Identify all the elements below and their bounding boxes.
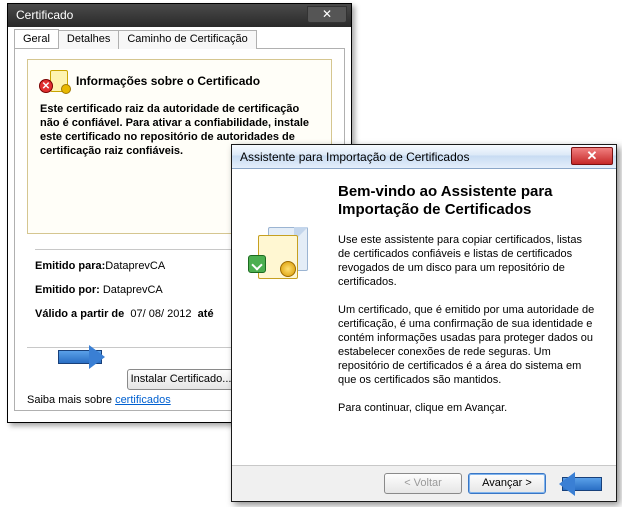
annotation-arrow-next <box>562 477 602 491</box>
valid-from-label: Válido a partir de <box>35 308 124 320</box>
certificate-warning-icon: ✕ <box>40 70 68 92</box>
wizard-paragraph-3: Para continuar, clique em Avançar. <box>338 401 596 415</box>
wizard-window-title: Assistente para Importação de Certificad… <box>240 150 469 164</box>
wizard-text: Bem-vindo ao Assistente para Importação … <box>338 183 596 455</box>
certificate-import-icon <box>250 227 312 283</box>
certificate-window-title: Certificado <box>16 8 73 22</box>
back-button: < Voltar <box>384 473 462 494</box>
issued-by-value: DataprevCA <box>103 284 163 296</box>
close-icon[interactable]: ✕ <box>571 147 613 165</box>
install-certificate-button[interactable]: Instalar Certificado... <box>127 369 235 390</box>
wizard-graphic <box>250 183 322 455</box>
tab-details[interactable]: Detalhes <box>58 30 119 49</box>
wizard-paragraph-1: Use este assistente para copiar certific… <box>338 233 596 289</box>
valid-until-word: até <box>198 308 214 320</box>
annotation-arrow-install <box>58 350 102 364</box>
tab-cert-path[interactable]: Caminho de Certificação <box>118 30 256 49</box>
wizard-heading: Bem-vindo ao Assistente para Importação … <box>338 183 596 219</box>
tab-general[interactable]: Geral <box>14 29 59 48</box>
certificate-tabs: Geral Detalhes Caminho de Certificação <box>14 29 345 49</box>
wizard-titlebar[interactable]: Assistente para Importação de Certificad… <box>232 145 616 169</box>
close-icon[interactable]: ✕ <box>307 6 347 23</box>
issued-to-value: DataprevCA <box>105 260 165 272</box>
wizard-paragraph-2: Um certificado, que é emitido por uma au… <box>338 303 596 387</box>
valid-from-value: 07/ 08/ 2012 <box>130 308 191 320</box>
wizard-body: Bem-vindo ao Assistente para Importação … <box>232 169 616 465</box>
issued-by-label: Emitido por: <box>35 284 100 296</box>
next-button[interactable]: Avançar > <box>468 473 546 494</box>
certificate-titlebar[interactable]: Certificado ✕ <box>8 4 351 27</box>
certificates-link[interactable]: certificados <box>115 394 171 406</box>
issued-to-label: Emitido para: <box>35 260 105 272</box>
cert-info-heading: Informações sobre o Certificado <box>76 74 260 88</box>
learn-more-text: Saiba mais sobre <box>27 394 112 406</box>
learn-more-line: Saiba mais sobre certificados <box>27 394 171 406</box>
import-wizard-dialog: Assistente para Importação de Certificad… <box>231 144 617 502</box>
